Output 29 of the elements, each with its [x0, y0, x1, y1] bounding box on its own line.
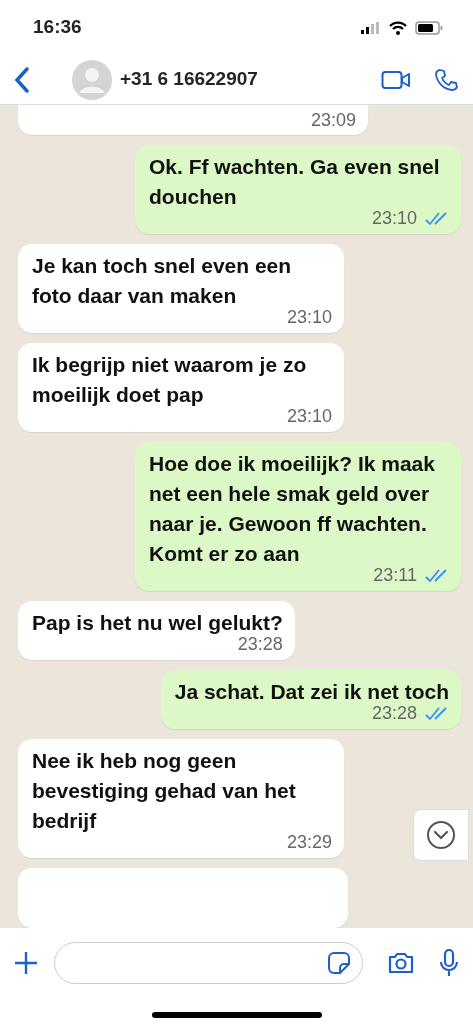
message-text: Ja schat. Dat zei ik net toch	[174, 679, 449, 705]
message-time: 23:29	[286, 831, 332, 854]
microphone-icon[interactable]	[439, 949, 459, 977]
message-time: 23:09	[310, 109, 356, 132]
message-time: 23:10	[286, 306, 332, 329]
battery-icon	[415, 20, 443, 35]
video-call-icon[interactable]	[381, 69, 411, 90]
message-time: 23:28	[371, 702, 417, 725]
signal-icon	[361, 21, 381, 34]
wifi-icon	[389, 20, 407, 35]
status-time: 16:36	[33, 15, 82, 40]
camera-icon[interactable]	[387, 951, 415, 975]
message-text: Ik begrijp niet waarom je zo moeilijk doet pap	[32, 352, 308, 408]
message-time: 23:28	[237, 634, 283, 656]
message-time: 23:10	[286, 405, 332, 428]
contact-name[interactable]: +31 6 16622907	[120, 65, 381, 94]
message-text: Je kan toch snel even een foto daar van maken	[32, 253, 293, 309]
phone-icon[interactable]	[435, 67, 459, 92]
message-text: Nee ik heb nog geen bevestiging gehad van het bedrijf	[32, 748, 297, 834]
message-time: 23:10	[371, 207, 417, 230]
message-text: Pap is het nu wel gelukt?	[32, 610, 283, 636]
message-text: Hoe doe ik moeilijk? Ik maak net een hele smak geld over naar je. Gewoon ff wachten. Komt er zo aan	[149, 451, 436, 567]
message-text: Ok. Ff wachten. Ga even snel douchen	[149, 154, 441, 210]
scroll-down-button[interactable]	[413, 809, 469, 861]
chevron-down-icon	[426, 820, 456, 850]
message-time: 23:11	[373, 564, 417, 587]
back-icon[interactable]	[14, 66, 30, 93]
sticker-icon[interactable]	[328, 952, 350, 974]
plus-icon[interactable]	[14, 951, 38, 975]
